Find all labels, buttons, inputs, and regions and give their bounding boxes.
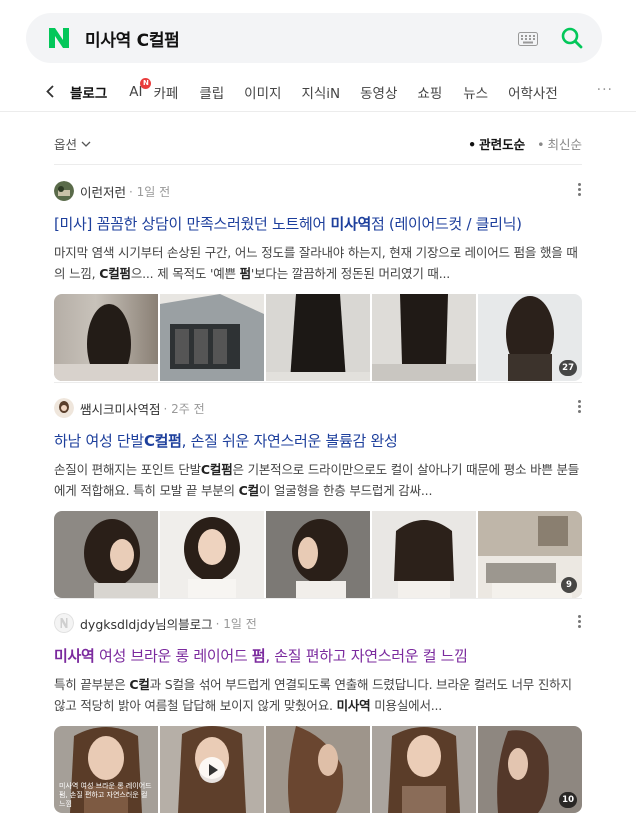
search-tabs: 블로그 AI N 카페 클립 이미지 지식iN 동영상 쇼핑 뉴스 어학사전 bbox=[0, 74, 636, 110]
video-caption: 미사역 여성 브라운 롱 레이어드 펌, 손질 편하고 자연스러운 컬 느낌 bbox=[59, 782, 152, 808]
thumbnail[interactable] bbox=[266, 294, 370, 381]
search-icon[interactable] bbox=[560, 26, 584, 50]
title-highlight: C컬펌 bbox=[143, 432, 182, 450]
author-name: 쌤시크미사역점 bbox=[80, 401, 161, 417]
divider bbox=[54, 382, 582, 383]
result-title[interactable]: [미사] 꼼꼼한 상담이 만족스러웠던 노트헤어 미사역점 (레이어드컷 / 클… bbox=[54, 213, 582, 234]
thumbnail[interactable]: 27 bbox=[478, 294, 582, 381]
thumbnail[interactable] bbox=[372, 726, 476, 813]
post-date: · 1일 전 bbox=[129, 184, 171, 199]
tab-shopping[interactable]: 쇼핑 bbox=[417, 82, 442, 102]
title-text: [미사] 꼼꼼한 상담이 만족스러웠던 노트헤어 bbox=[54, 215, 331, 233]
sort-options: 관련도순 최신순 bbox=[468, 134, 582, 153]
thumbnail[interactable] bbox=[160, 294, 264, 381]
keyboard-icon[interactable] bbox=[518, 31, 538, 46]
tab-cafe[interactable]: 카페 bbox=[153, 82, 178, 102]
author-row[interactable]: 쌤시크미사역점 · 2주 전 bbox=[54, 398, 582, 418]
result-title[interactable]: 미사역 여성 브라운 롱 레이어드 펌, 손질 편하고 자연스러운 컬 느낌 bbox=[54, 645, 582, 666]
author-row[interactable]: 이런저런 · 1일 전 bbox=[54, 181, 582, 201]
photo-count-badge: 10 bbox=[559, 792, 577, 808]
title-highlight: 펌 bbox=[251, 647, 266, 665]
kebab-menu-icon[interactable] bbox=[578, 183, 582, 198]
avatar bbox=[54, 613, 74, 633]
result-snippet: 손질이 편해지는 포인트 단발C컬펌은 기본적으로 드라이만으로도 컬이 살아나… bbox=[54, 462, 580, 498]
divider bbox=[54, 164, 582, 165]
divider bbox=[54, 598, 582, 599]
result-snippet: 특히 끝부분은 C컬과 S컬을 섞어 부드럽게 연결되도록 연출해 드렸답니다.… bbox=[54, 677, 572, 713]
thumbnail[interactable] bbox=[54, 294, 158, 381]
thumbnail[interactable] bbox=[160, 511, 264, 598]
tab-news[interactable]: 뉴스 bbox=[463, 82, 488, 102]
avatar bbox=[54, 181, 74, 201]
sort-relevance[interactable]: 관련도순 bbox=[468, 134, 525, 153]
result-card: 쌤시크미사역점 · 2주 전 하남 여성 단발C컬펌, 손질 쉬운 자연스러운 … bbox=[54, 398, 582, 598]
back-chevron-icon[interactable] bbox=[46, 83, 56, 102]
title-text: 여성 브라운 롱 레이어드 bbox=[94, 647, 252, 665]
tab-dictionary[interactable]: 어학사전 bbox=[508, 82, 558, 102]
thumbnail[interactable] bbox=[54, 511, 158, 598]
search-bar: 미사역 C컬펌 bbox=[26, 13, 602, 63]
title-text: 점 (레이어드컷 / 클리닉) bbox=[370, 215, 522, 233]
chevron-down-icon bbox=[81, 141, 91, 147]
play-icon[interactable] bbox=[199, 756, 225, 783]
tab-kin[interactable]: 지식iN bbox=[301, 82, 340, 102]
thumbnail-strip[interactable]: 9 bbox=[54, 511, 582, 598]
tab-clip[interactable]: 클립 bbox=[199, 82, 224, 102]
new-badge: N bbox=[140, 78, 152, 89]
thumbnail[interactable] bbox=[160, 726, 264, 813]
thumbnail-strip[interactable]: 27 bbox=[54, 294, 582, 381]
post-date: · 2주 전 bbox=[163, 401, 205, 416]
options-label: 옵션 bbox=[54, 137, 78, 152]
thumbnail[interactable] bbox=[372, 511, 476, 598]
author-name: 이런저런 bbox=[80, 184, 127, 200]
photo-count-badge: 9 bbox=[561, 577, 577, 593]
options-toggle[interactable]: 옵션 bbox=[54, 134, 91, 153]
title-text: , 손질 편하고 자연스러운 컬 느낌 bbox=[265, 647, 468, 665]
result-snippet: 마지막 염색 시기부터 손상된 구간, 어느 정도를 잘라내야 하는지, 현재 … bbox=[54, 245, 578, 281]
title-highlight: 미사역 bbox=[54, 647, 95, 665]
tab-video[interactable]: 동영상 bbox=[360, 82, 397, 102]
kebab-menu-icon[interactable] bbox=[578, 615, 582, 630]
post-date: · 1일 전 bbox=[215, 616, 257, 631]
author-row[interactable]: dygksdldjdy님의블로그 · 1일 전 bbox=[54, 613, 582, 633]
thumbnail[interactable] bbox=[266, 726, 370, 813]
photo-count-badge: 27 bbox=[559, 360, 577, 376]
more-tabs-button[interactable]: ··· bbox=[597, 82, 613, 98]
tab-image[interactable]: 이미지 bbox=[244, 82, 281, 102]
thumbnail[interactable] bbox=[372, 294, 476, 381]
naver-logo-icon[interactable] bbox=[47, 26, 71, 50]
thumbnail[interactable]: 10 bbox=[478, 726, 582, 813]
tab-ai[interactable]: AI N bbox=[129, 78, 152, 100]
thumbnail[interactable] bbox=[266, 511, 370, 598]
sort-latest[interactable]: 최신순 bbox=[537, 134, 582, 153]
search-input[interactable]: 미사역 C컬펌 bbox=[85, 26, 518, 51]
divider bbox=[0, 111, 636, 112]
title-text: , 손질 쉬운 자연스러운 볼륨감 완성 bbox=[181, 432, 398, 450]
result-title[interactable]: 하남 여성 단발C컬펌, 손질 쉬운 자연스러운 볼륨감 완성 bbox=[54, 430, 582, 451]
thumbnail-strip[interactable]: 미사역 여성 브라운 롱 레이어드 펌, 손질 편하고 자연스러운 컬 느낌 1… bbox=[54, 726, 582, 813]
avatar bbox=[54, 398, 74, 418]
title-highlight: 미사역 bbox=[330, 215, 371, 233]
result-card: 이런저런 · 1일 전 [미사] 꼼꼼한 상담이 만족스러웠던 노트헤어 미사역… bbox=[54, 181, 582, 381]
author-name: dygksdldjdy님의블로그 bbox=[80, 616, 213, 632]
thumbnail[interactable]: 9 bbox=[478, 511, 582, 598]
tab-blog[interactable]: 블로그 bbox=[70, 82, 107, 102]
result-card: dygksdldjdy님의블로그 · 1일 전 미사역 여성 브라운 롱 레이어… bbox=[54, 613, 582, 813]
thumbnail[interactable]: 미사역 여성 브라운 롱 레이어드 펌, 손질 편하고 자연스러운 컬 느낌 bbox=[54, 726, 158, 813]
title-text: 하남 여성 단발 bbox=[54, 432, 144, 450]
kebab-menu-icon[interactable] bbox=[578, 400, 582, 415]
